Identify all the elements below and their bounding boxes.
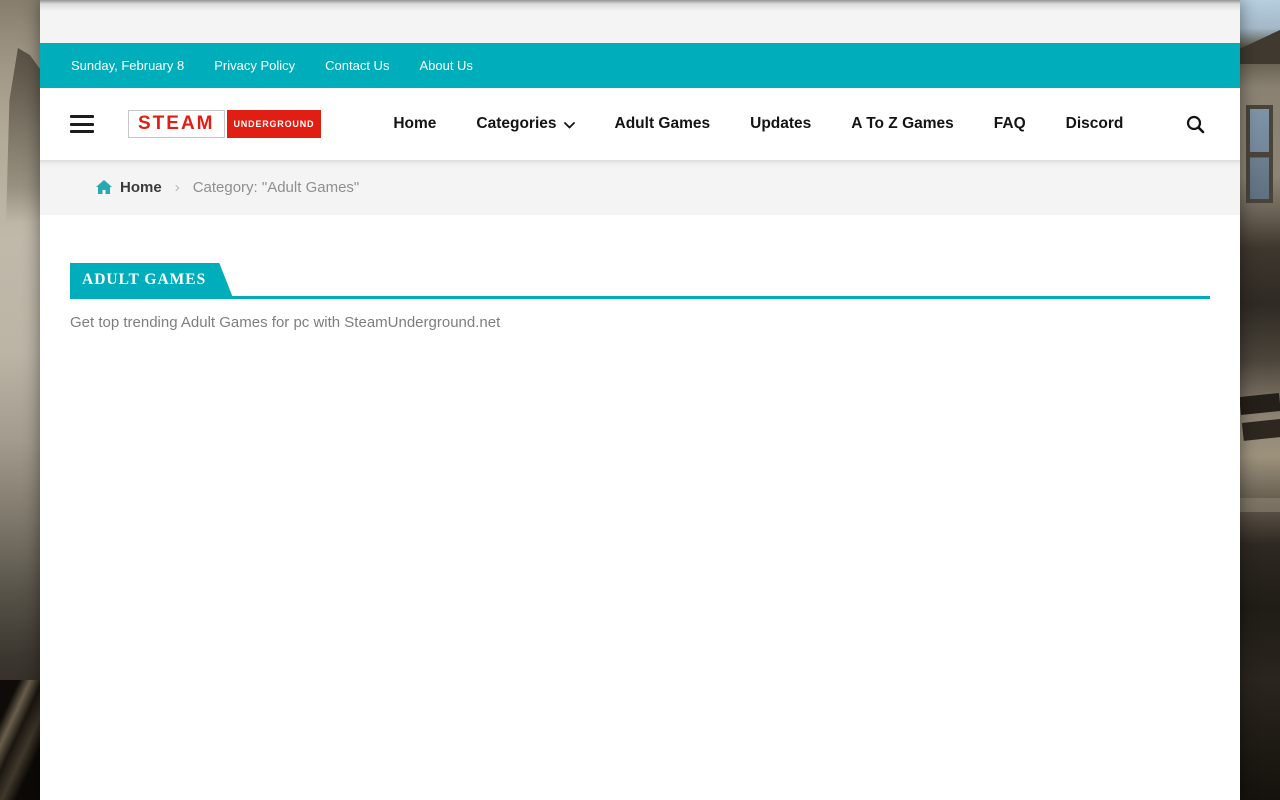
nav-faq-label: FAQ	[994, 115, 1026, 133]
search-button[interactable]	[1186, 115, 1205, 134]
site-header: STEAM UNDERGROUND Home Categories Adult …	[40, 88, 1240, 160]
breadcrumb-home-label: Home	[120, 179, 162, 196]
logo-steam-text: STEAM	[128, 110, 225, 138]
background-image-right	[1240, 0, 1280, 800]
background-debris	[0, 680, 40, 800]
nav-item-a-to-z-games[interactable]: A To Z Games	[851, 115, 954, 133]
nav-item-adult-games[interactable]: Adult Games	[615, 115, 711, 133]
nav-a-to-z-label: A To Z Games	[851, 115, 954, 133]
main-nav: Home Categories Adult Games Updates A To…	[393, 115, 1123, 133]
topbar-link-privacy-policy[interactable]: Privacy Policy	[214, 58, 295, 73]
nav-item-categories[interactable]: Categories	[476, 115, 574, 133]
page: Sunday, February 8 Privacy Policy Contac…	[0, 0, 1280, 800]
topbar-link-about-us[interactable]: About Us	[419, 58, 472, 73]
current-date: Sunday, February 8	[71, 58, 184, 73]
background-image-left	[0, 0, 40, 800]
hamburger-menu-icon[interactable]	[70, 115, 94, 133]
category-description: Get top trending Adult Games for pc with…	[70, 314, 1210, 331]
nav-item-home[interactable]: Home	[393, 115, 436, 133]
background-tower-silhouette	[6, 48, 40, 223]
page-top-spacer	[40, 0, 1240, 43]
background-glow	[22, 600, 36, 614]
breadcrumb-separator: ›	[175, 179, 180, 196]
topbar-link-contact-us[interactable]: Contact Us	[325, 58, 389, 73]
nav-item-faq[interactable]: FAQ	[994, 115, 1026, 133]
breadcrumb-current-page: Category: "Adult Games"	[193, 179, 360, 196]
background-roof	[1240, 30, 1280, 64]
category-divider	[70, 296, 1210, 299]
nav-categories-label: Categories	[476, 115, 556, 133]
topbar: Sunday, February 8 Privacy Policy Contac…	[40, 43, 1240, 88]
nav-home-label: Home	[393, 115, 436, 133]
nav-discord-label: Discord	[1066, 115, 1124, 133]
nav-adult-games-label: Adult Games	[615, 115, 711, 133]
nav-updates-label: Updates	[750, 115, 811, 133]
logo-underground-text: UNDERGROUND	[227, 110, 322, 138]
breadcrumb-home-link[interactable]: Home	[96, 179, 162, 196]
category-title-badge: ADULT GAMES	[70, 263, 232, 296]
background-rubble	[1240, 498, 1280, 512]
background-window	[1246, 105, 1273, 203]
site-logo[interactable]: STEAM UNDERGROUND	[128, 110, 321, 138]
main-content: ADULT GAMES Get top trending Adult Games…	[40, 215, 1240, 800]
site-container: Sunday, February 8 Privacy Policy Contac…	[40, 0, 1240, 800]
nav-item-discord[interactable]: Discord	[1066, 115, 1124, 133]
breadcrumb: Home › Category: "Adult Games"	[40, 160, 1240, 215]
search-icon	[1186, 115, 1205, 134]
background-beam	[1240, 393, 1280, 415]
home-icon	[96, 180, 112, 195]
chevron-down-icon	[564, 122, 575, 129]
nav-item-updates[interactable]: Updates	[750, 115, 811, 133]
